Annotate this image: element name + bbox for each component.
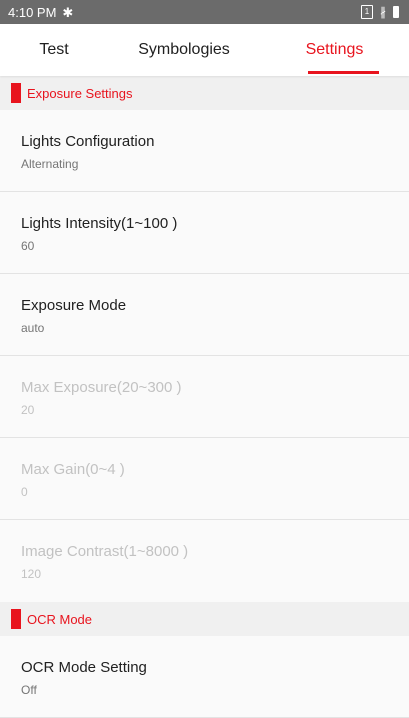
pref-summary: auto [21,321,45,335]
section-marker [11,609,21,629]
status-left: 4:10 PM ✱ [8,5,73,20]
pref-title: Lights Configuration [21,133,155,150]
pref-title: Max Gain(0~4 ) [21,461,125,478]
tab-label: Symbologies [138,41,230,58]
pref-summary: 120 [21,567,42,581]
pref-summary: 0 [21,485,28,499]
pref-summary: 20 [21,403,35,417]
tab-settings[interactable]: Settings [260,24,409,76]
section-marker [11,83,21,103]
section-title: OCR Mode [27,611,93,627]
section-header-exposure: Exposure Settings [0,76,409,110]
tab-symbologies[interactable]: Symbologies [108,24,260,76]
pref-max-exposure: Max Exposure(20~300 ) 20 [0,356,409,438]
status-right: 1 ∦ [361,5,399,19]
tab-bar: Test Symbologies Settings [0,24,409,76]
battery-icon [393,6,399,18]
pref-title: Image Contrast(1~8000 ) [21,543,189,560]
pref-max-gain: Max Gain(0~4 ) 0 [0,438,409,520]
pref-title: Exposure Mode [21,297,127,314]
status-bar: 4:10 PM ✱ 1 ∦ [0,0,409,24]
section-title: Exposure Settings [27,85,133,101]
tab-label: Settings [305,41,364,58]
pref-image-contrast: Image Contrast(1~8000 ) 120 [0,520,409,602]
sim-card-icon: 1 [361,5,373,19]
status-time: 4:10 PM [8,4,57,20]
bluetooth-icon: ∦ [380,5,386,19]
pref-summary: 60 [21,239,35,253]
pref-summary: Off [21,683,37,697]
pref-lights-intensity[interactable]: Lights Intensity(1~100 ) 60 [0,192,409,274]
pref-title: Max Exposure(20~300 ) [21,379,182,396]
pref-summary: Alternating [21,157,79,171]
tab-test[interactable]: Test [0,24,108,76]
section-header-ocr: OCR Mode [0,602,409,636]
tab-label: Test [39,41,69,58]
active-tab-indicator [308,71,379,74]
pref-title: Lights Intensity(1~100 ) [21,215,178,232]
pref-title: OCR Mode Setting [21,659,147,676]
settings-list: Exposure Settings Lights Configuration A… [0,76,409,718]
gear-icon: ✱ [62,4,74,20]
pref-ocr-mode-setting[interactable]: OCR Mode Setting Off [0,636,409,718]
pref-lights-configuration[interactable]: Lights Configuration Alternating [0,110,409,192]
pref-exposure-mode[interactable]: Exposure Mode auto [0,274,409,356]
